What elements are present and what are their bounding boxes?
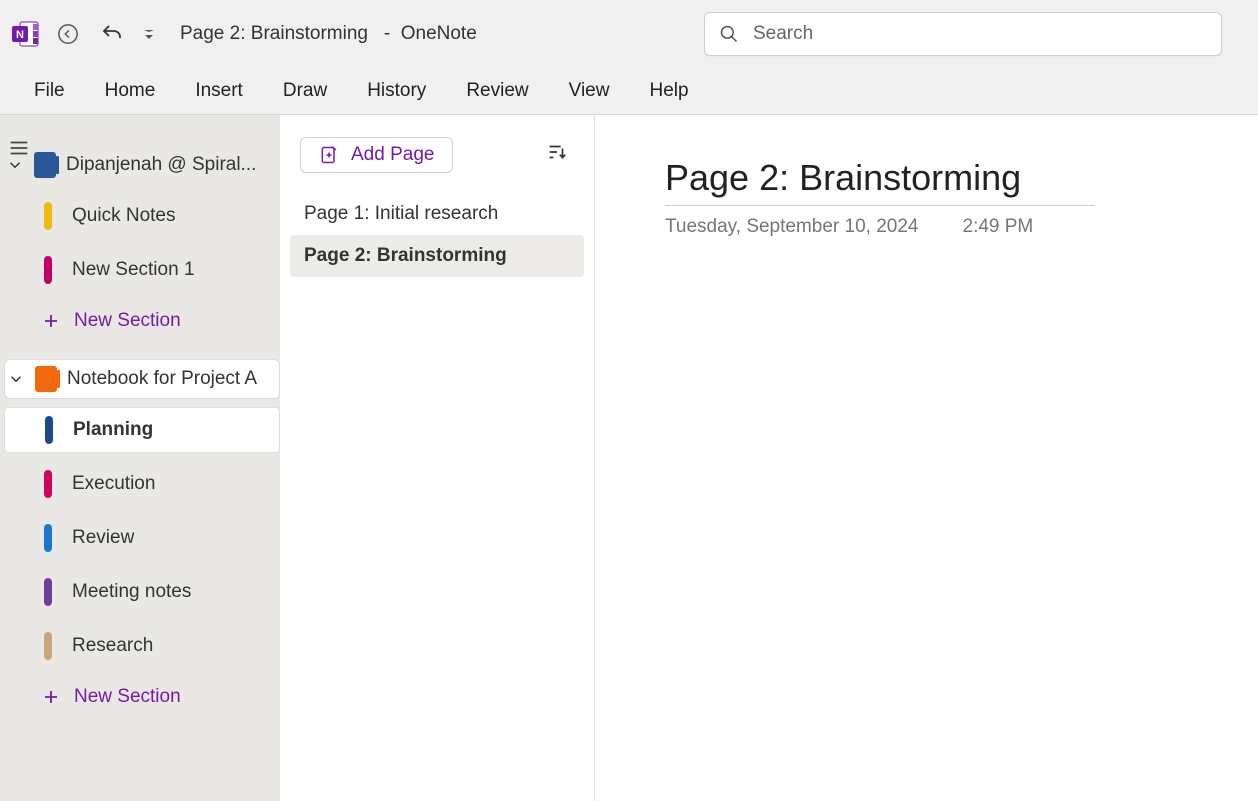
notebook-icon [35, 366, 57, 392]
section-label: Meeting notes [72, 581, 191, 603]
notebook-name: Notebook for Project A [67, 368, 257, 390]
page-canvas[interactable]: Tuesday, September 10, 2024 2:49 PM [595, 115, 1258, 801]
section-label: Quick Notes [72, 205, 175, 227]
undo-button[interactable] [94, 16, 130, 52]
window-title-page: Page 2: Brainstorming [180, 23, 368, 44]
section-color-tab [44, 470, 52, 498]
window-title: Page 2: Brainstorming - OneNote [180, 23, 477, 45]
section-label: Execution [72, 473, 155, 495]
new-section-label: New Section [74, 686, 181, 708]
window-title-app: OneNote [401, 23, 477, 44]
section-item[interactable]: Review [38, 515, 280, 561]
menu-history[interactable]: History [361, 76, 432, 106]
notebook-header[interactable]: Dipanjenah @ Spiral... [4, 145, 280, 185]
new-section-button[interactable]: New Section [38, 301, 280, 341]
sort-pages-button[interactable] [546, 141, 574, 169]
menu-draw[interactable]: Draw [277, 76, 333, 106]
section-label: Research [72, 635, 153, 657]
menu-review[interactable]: Review [460, 76, 534, 106]
plus-icon [42, 688, 60, 706]
search-box[interactable] [704, 12, 1222, 56]
new-section-label: New Section [74, 310, 181, 332]
pages-panel-top: Add Page [280, 137, 594, 193]
section-item[interactable]: Planning [4, 407, 280, 453]
menu-bar: File Home Insert Draw History Review Vie… [0, 68, 1258, 115]
page-item[interactable]: Page 1: Initial research [280, 193, 594, 235]
chevron-down-icon [7, 370, 25, 388]
section-item[interactable]: Execution [38, 461, 280, 507]
onenote-app-icon: N [10, 18, 42, 50]
add-page-button[interactable]: Add Page [300, 137, 453, 173]
page-date: Tuesday, September 10, 2024 [665, 216, 919, 238]
add-page-icon [319, 145, 339, 165]
back-button[interactable] [50, 16, 86, 52]
chevron-down-icon [6, 156, 24, 174]
notebook-header[interactable]: Notebook for Project A [4, 359, 280, 399]
plus-icon [42, 312, 60, 330]
notebook-name: Dipanjenah @ Spiral... [66, 154, 256, 176]
section-item[interactable]: New Section 1 [38, 247, 280, 293]
quick-access-dropdown[interactable] [138, 16, 160, 52]
title-bar: N Page 2: Brainstorming - OneNote [0, 0, 1258, 68]
notebooks-sidebar: Dipanjenah @ Spiral... Quick Notes New S… [40, 115, 280, 801]
section-color-tab [44, 524, 52, 552]
page-item[interactable]: Page 2: Brainstorming [290, 235, 584, 277]
section-color-tab [44, 632, 52, 660]
menu-insert[interactable]: Insert [189, 76, 249, 106]
section-label: Planning [73, 419, 153, 441]
section-label: Review [72, 527, 134, 549]
pages-panel: Add Page Page 1: Initial research Page 2… [280, 115, 595, 801]
menu-file[interactable]: File [28, 76, 71, 106]
section-item[interactable]: Research [38, 623, 280, 669]
section-color-tab [44, 256, 52, 284]
search-input[interactable] [753, 23, 1207, 45]
section-color-tab [45, 416, 53, 444]
section-item[interactable]: Quick Notes [38, 193, 280, 239]
notebook-icon [34, 152, 56, 178]
add-page-label: Add Page [351, 144, 434, 166]
workspace: Dipanjenah @ Spiral... Quick Notes New S… [0, 115, 1258, 801]
page-metadata: Tuesday, September 10, 2024 2:49 PM [665, 216, 1188, 238]
page-title-input[interactable] [665, 155, 1095, 206]
section-color-tab [44, 202, 52, 230]
section-label: New Section 1 [72, 259, 195, 281]
section-color-tab [44, 578, 52, 606]
menu-help[interactable]: Help [643, 76, 694, 106]
menu-home[interactable]: Home [99, 76, 162, 106]
new-section-button[interactable]: New Section [38, 677, 280, 717]
section-item[interactable]: Meeting notes [38, 569, 280, 615]
menu-view[interactable]: View [563, 76, 616, 106]
page-time: 2:49 PM [963, 216, 1034, 238]
svg-text:N: N [16, 29, 24, 41]
search-icon [719, 24, 739, 44]
hamburger-strip [0, 115, 40, 801]
